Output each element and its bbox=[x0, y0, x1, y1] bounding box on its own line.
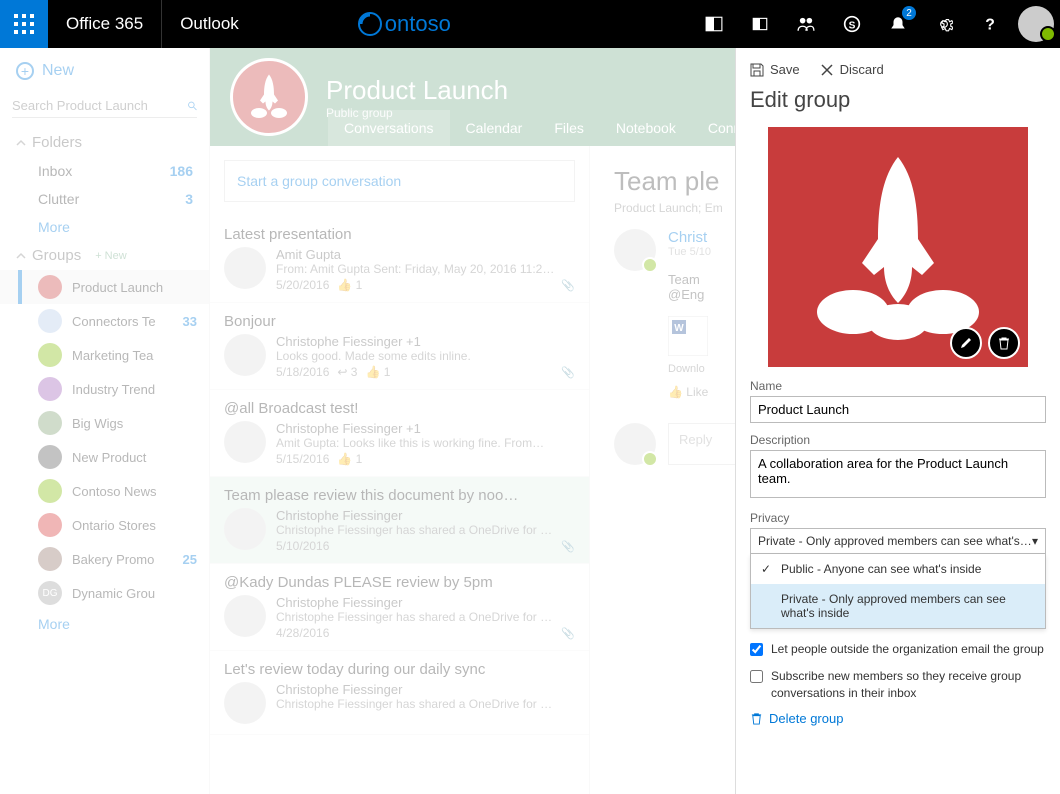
edit-group-panel: Save Discard Edit group Name Description… bbox=[735, 48, 1060, 794]
close-icon bbox=[820, 63, 834, 77]
message-list: Start a group conversation Latest presen… bbox=[210, 146, 590, 794]
group-avatar bbox=[230, 58, 308, 136]
description-label: Description bbox=[750, 433, 1046, 447]
topbar: Office 365 Outlook ontoso S 2 ? bbox=[0, 0, 1060, 48]
outlook-icon[interactable] bbox=[692, 0, 736, 48]
save-button[interactable]: Save bbox=[750, 62, 800, 77]
chevron-up-icon bbox=[16, 251, 26, 261]
settings-icon[interactable] bbox=[922, 0, 966, 48]
privacy-option-public[interactable]: Public - Anyone can see what's inside bbox=[751, 554, 1045, 584]
message-item[interactable]: @all Broadcast test! Christophe Fiessing… bbox=[210, 390, 589, 477]
onedrive-icon[interactable] bbox=[738, 0, 782, 48]
sidebar-group-item[interactable]: DGDynamic Grou bbox=[0, 576, 209, 610]
sidebar-group-item[interactable]: Big Wigs bbox=[0, 406, 209, 440]
folders-more[interactable]: More bbox=[0, 213, 209, 241]
message-date: Tue 5/10 bbox=[668, 246, 711, 258]
sidebar-group-item[interactable]: Bakery Promo25 bbox=[0, 542, 209, 576]
trash-icon bbox=[750, 712, 763, 725]
pencil-icon bbox=[959, 336, 973, 350]
group-image bbox=[768, 127, 1028, 367]
save-icon bbox=[750, 63, 764, 77]
app-name[interactable]: Outlook bbox=[162, 14, 257, 34]
chevron-up-icon bbox=[16, 138, 26, 148]
suite-name[interactable]: Office 365 bbox=[48, 0, 162, 48]
name-field[interactable] bbox=[750, 396, 1046, 423]
new-group-link[interactable]: + New bbox=[95, 250, 127, 262]
compose-box[interactable]: Start a group conversation bbox=[224, 160, 575, 202]
plus-icon: + bbox=[16, 62, 34, 80]
notifications-icon[interactable]: 2 bbox=[876, 0, 920, 48]
message-item[interactable]: Bonjour Christophe Fiessinger +1 Looks g… bbox=[210, 303, 589, 390]
sidebar-group-item[interactable]: Product Launch bbox=[0, 270, 209, 304]
sidebar-group-item[interactable]: Marketing Tea bbox=[0, 338, 209, 372]
groups-more[interactable]: More bbox=[0, 610, 209, 638]
trash-icon bbox=[997, 336, 1011, 350]
notification-badge: 2 bbox=[902, 6, 916, 20]
privacy-dropdown: Public - Anyone can see what's inside Pr… bbox=[750, 554, 1046, 629]
subscribe-members-checkbox[interactable]: Subscribe new members so they receive gr… bbox=[750, 668, 1046, 702]
group-tab[interactable]: Calendar bbox=[450, 110, 539, 146]
delete-group-link[interactable]: Delete group bbox=[750, 711, 1046, 726]
group-tab[interactable]: Notebook bbox=[600, 110, 692, 146]
app-launcher-button[interactable] bbox=[0, 0, 48, 48]
privacy-label: Privacy bbox=[750, 511, 1046, 525]
svg-text:?: ? bbox=[985, 17, 995, 33]
people-icon[interactable] bbox=[784, 0, 828, 48]
folder-item[interactable]: Inbox186 bbox=[0, 157, 209, 185]
group-tab[interactable]: Conversations bbox=[328, 110, 450, 146]
sidebar-group-item[interactable]: Connectors Te33 bbox=[0, 304, 209, 338]
group-title: Product Launch bbox=[326, 75, 508, 106]
user-avatar[interactable] bbox=[1018, 6, 1054, 42]
sidebar-group-item[interactable]: Industry Trend bbox=[0, 372, 209, 406]
edit-image-button[interactable] bbox=[950, 327, 982, 359]
privacy-select[interactable]: Private - Only approved members can see … bbox=[750, 528, 1046, 554]
message-item[interactable]: Latest presentation Amit Gupta From: Ami… bbox=[210, 216, 589, 303]
user-avatar-small bbox=[614, 423, 656, 465]
folder-item[interactable]: Clutter3 bbox=[0, 185, 209, 213]
skype-icon[interactable]: S bbox=[830, 0, 874, 48]
groups-section[interactable]: Groups + New bbox=[0, 241, 209, 270]
folders-section[interactable]: Folders bbox=[0, 128, 209, 157]
search-input[interactable] bbox=[12, 94, 188, 117]
message-item[interactable]: Team please review this document by noo…… bbox=[210, 477, 589, 564]
name-label: Name bbox=[750, 379, 1046, 393]
chevron-down-icon: ▾ bbox=[1032, 534, 1038, 548]
attachment[interactable]: W Downlo bbox=[668, 316, 734, 375]
tenant-logo: ontoso bbox=[357, 11, 451, 37]
sidebar: + New Folders Inbox186Clutter3 More Grou… bbox=[0, 48, 210, 794]
sender-avatar bbox=[614, 229, 656, 271]
new-button[interactable]: + New bbox=[0, 48, 209, 94]
message-sender: Christ bbox=[668, 229, 711, 246]
sidebar-group-item[interactable]: Ontario Stores bbox=[0, 508, 209, 542]
panel-title: Edit group bbox=[750, 87, 1046, 113]
search-icon bbox=[188, 98, 197, 114]
message-item[interactable]: Let's review today during our daily sync… bbox=[210, 651, 589, 735]
help-icon[interactable]: ? bbox=[968, 0, 1012, 48]
description-field[interactable] bbox=[750, 450, 1046, 498]
privacy-option-private[interactable]: Private - Only approved members can see … bbox=[751, 584, 1045, 628]
search-box[interactable] bbox=[12, 94, 197, 118]
discard-button[interactable]: Discard bbox=[820, 62, 884, 77]
group-tab[interactable]: Files bbox=[538, 110, 600, 146]
svg-text:S: S bbox=[849, 21, 856, 32]
external-email-checkbox[interactable]: Let people outside the organization emai… bbox=[750, 641, 1046, 658]
sidebar-group-item[interactable]: Contoso News bbox=[0, 474, 209, 508]
svg-text:W: W bbox=[674, 323, 684, 334]
delete-image-button[interactable] bbox=[988, 327, 1020, 359]
message-item[interactable]: @Kady Dundas PLEASE review by 5pm Christ… bbox=[210, 564, 589, 651]
sidebar-group-item[interactable]: New Product bbox=[0, 440, 209, 474]
